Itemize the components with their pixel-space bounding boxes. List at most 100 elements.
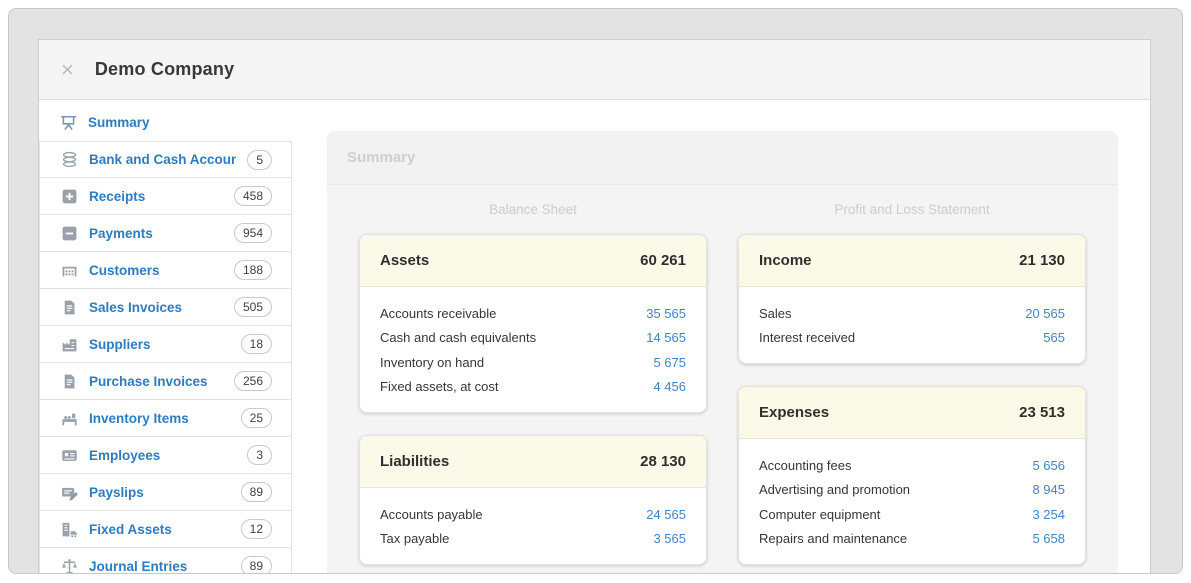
sidebar-item-employees[interactable]: Employees 3 — [39, 437, 292, 474]
sidebar-item-label: Purchase Invoices — [89, 373, 208, 389]
expenses-card: Expenses 23 513 Accounting fees 5 656 Ad… — [738, 386, 1086, 565]
account-row: Interest received 565 — [759, 326, 1065, 351]
account-row: Tax payable 3 565 — [380, 527, 686, 552]
sidebar-item-bank-and-cash-accounts[interactable]: Bank and Cash Accounts 5 — [39, 141, 292, 178]
account-name: Tax payable — [380, 531, 450, 546]
summary-panel-title: Summary — [347, 149, 416, 166]
liabilities-card-header: Liabilities 28 130 — [360, 436, 706, 488]
sidebar-item-payslips[interactable]: Payslips 89 — [39, 474, 292, 511]
account-name: Sales — [759, 305, 792, 321]
close-icon[interactable]: × — [61, 58, 74, 81]
card-title: Expenses — [759, 404, 830, 421]
account-value-link[interactable]: 14 565 — [646, 329, 686, 347]
factory-icon — [61, 336, 78, 353]
count-badge: 18 — [240, 334, 272, 354]
sidebar-item-journal-entries[interactable]: Journal Entries 89 — [39, 548, 292, 573]
account-name: Accounts receivable — [380, 305, 497, 321]
summary-panel: Summary Balance Sheet Assets 60 261 Acco… — [327, 131, 1118, 573]
building-truck-icon — [61, 521, 78, 538]
account-value-link[interactable]: 4 456 — [653, 378, 686, 396]
income-card-header: Income 21 130 — [739, 235, 1085, 287]
outer-panel: × Demo Company Summary Bank and Cash Acc… — [8, 8, 1183, 574]
sidebar-item-inventory-items[interactable]: Inventory Items 25 — [39, 400, 292, 437]
income-card: Income 21 130 Sales 20 565 Interest rece… — [738, 234, 1086, 364]
sidebar-item-label: Receipts — [89, 188, 146, 204]
account-row: Inventory on hand 5 675 — [380, 350, 686, 375]
account-value-link[interactable]: 3 254 — [1032, 506, 1065, 524]
count-badge: 458 — [233, 186, 272, 206]
card-total: 60 261 — [640, 252, 686, 269]
card-total: 23 513 — [1019, 404, 1065, 421]
summary-panel-body: Balance Sheet Assets 60 261 Accounts rec… — [327, 185, 1118, 573]
card-total: 28 130 — [640, 453, 686, 470]
business-title: Demo Company — [94, 59, 235, 79]
main-area: Summary Balance Sheet Assets 60 261 Acco… — [292, 100, 1150, 573]
sidebar-item-summary[interactable]: Summary — [39, 104, 292, 141]
presentation-icon — [60, 114, 77, 131]
people-icon — [61, 262, 78, 279]
assets-card-header: Assets 60 261 — [360, 235, 706, 287]
sidebar-item-label: Employees — [89, 447, 161, 463]
account-value-link[interactable]: 5 675 — [653, 354, 686, 372]
sidebar-item-label: Summary — [88, 115, 150, 130]
income-rows: Sales 20 565 Interest received 565 — [739, 287, 1085, 363]
account-name: Cash and cash equivalents — [380, 330, 537, 345]
account-name: Inventory on hand — [380, 354, 485, 370]
summary-panel-header: Summary — [327, 131, 1118, 185]
count-badge: 12 — [240, 519, 272, 539]
account-row: Fixed assets, at cost 4 456 — [380, 375, 686, 400]
account-row: Accounts receivable 35 565 — [380, 301, 686, 326]
account-value-link[interactable]: 8 945 — [1032, 481, 1065, 499]
account-value-link[interactable]: 24 565 — [646, 506, 686, 524]
invoice-icon — [61, 299, 78, 316]
account-row: Repairs and maintenance 5 658 — [759, 527, 1065, 552]
sidebar-item-label: Bank and Cash Accounts — [89, 152, 237, 167]
card-title: Liabilities — [380, 453, 450, 470]
sidebar: Summary Bank and Cash Accounts 5 Receipt… — [39, 100, 292, 573]
sidebar-item-fixed-assets[interactable]: Fixed Assets 12 — [39, 511, 292, 548]
account-value-link[interactable]: 565 — [1043, 329, 1065, 347]
account-value-link[interactable]: 5 658 — [1032, 530, 1065, 548]
account-row: Cash and cash equivalents 14 565 — [380, 326, 686, 351]
card-total: 21 130 — [1019, 252, 1065, 269]
account-name: Interest received — [759, 330, 856, 345]
count-badge: 954 — [233, 223, 272, 243]
profit-loss-heading: Profit and Loss Statement — [834, 202, 990, 217]
assets-card: Assets 60 261 Accounts receivable 35 565 — [359, 234, 707, 413]
card-title: Income — [759, 252, 812, 269]
sidebar-item-customers[interactable]: Customers 188 — [39, 252, 292, 289]
sidebar-item-sales-invoices[interactable]: Sales Invoices 505 — [39, 289, 292, 326]
count-badge: 89 — [240, 482, 272, 502]
plus-square-icon — [61, 188, 78, 205]
profit-loss-column: Profit and Loss Statement Income 21 130 … — [738, 185, 1086, 573]
account-name: Fixed assets, at cost — [380, 379, 499, 394]
account-row: Accounts payable 24 565 — [380, 502, 686, 527]
sidebar-item-purchase-invoices[interactable]: Purchase Invoices 256 — [39, 363, 292, 400]
minus-square-icon — [61, 225, 78, 242]
account-value-link[interactable]: 35 565 — [646, 305, 686, 323]
expenses-rows: Accounting fees 5 656 Advertising and pr… — [739, 439, 1085, 564]
sidebar-item-label: Payments — [89, 225, 153, 241]
account-name: Computer equipment — [759, 506, 881, 522]
expenses-card-header: Expenses 23 513 — [739, 387, 1085, 439]
count-badge: 188 — [233, 260, 272, 280]
account-value-link[interactable]: 3 565 — [653, 530, 686, 548]
payslip-icon — [61, 484, 78, 501]
sidebar-item-receipts[interactable]: Receipts 458 — [39, 178, 292, 215]
account-value-link[interactable]: 5 656 — [1032, 457, 1065, 475]
account-value-link[interactable]: 20 565 — [1025, 305, 1065, 323]
balance-sheet-column: Balance Sheet Assets 60 261 Accounts rec… — [359, 185, 707, 573]
account-name: Accounts payable — [380, 506, 483, 522]
card-title: Assets — [380, 252, 430, 269]
count-badge: 5 — [247, 149, 272, 170]
sidebar-item-label: Sales Invoices — [89, 299, 183, 315]
app-header: × Demo Company — [39, 40, 1150, 100]
sidebar-item-suppliers[interactable]: Suppliers 18 — [39, 326, 292, 363]
count-badge: 3 — [247, 445, 272, 465]
sidebar-item-payments[interactable]: Payments 954 — [39, 215, 292, 252]
app-body: Summary Bank and Cash Accounts 5 Receipt… — [39, 100, 1150, 573]
count-badge: 256 — [233, 371, 272, 391]
count-badge: 25 — [240, 408, 272, 428]
sidebar-item-label: Payslips — [89, 484, 144, 500]
sidebar-item-label: Customers — [89, 262, 160, 278]
